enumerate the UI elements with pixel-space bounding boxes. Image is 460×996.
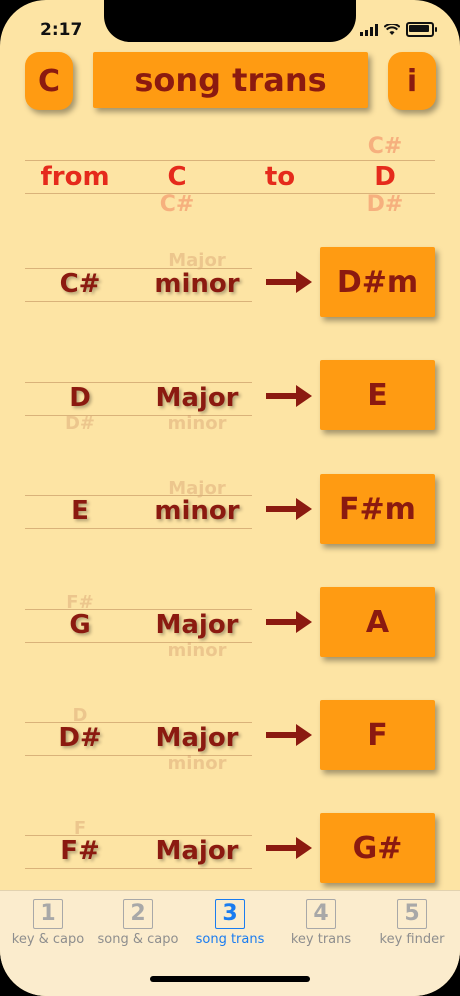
chord-line-bottom xyxy=(25,868,252,869)
chord-quality[interactable]: Major xyxy=(142,610,252,640)
chord-root[interactable]: F# xyxy=(40,836,120,866)
signal-icon xyxy=(360,23,378,36)
arrow-right-icon xyxy=(266,385,312,407)
result-chord-button[interactable]: D#m xyxy=(320,247,435,317)
tab-song-capo[interactable]: 2 song & capo xyxy=(92,899,184,947)
page-title: song trans xyxy=(93,52,368,108)
tab-label: song & capo xyxy=(97,932,179,947)
battery-icon xyxy=(406,22,437,37)
arrow-right-icon xyxy=(266,498,312,520)
tab-label: key & capo xyxy=(11,932,85,947)
tab-number: 4 xyxy=(306,899,336,929)
chord-line-bottom xyxy=(25,301,252,302)
arrow-right-icon xyxy=(266,837,312,859)
device-notch xyxy=(104,0,356,42)
tab-key-capo[interactable]: 1 key & capo xyxy=(2,899,94,947)
tab-number: 3 xyxy=(215,899,245,929)
tab-label: key finder xyxy=(379,932,445,947)
from-key-next: C# xyxy=(159,192,195,217)
tab-number: 1 xyxy=(33,899,63,929)
to-label: to xyxy=(264,162,296,192)
arrow-right-icon xyxy=(266,724,312,746)
status-time: 2:17 xyxy=(40,20,83,40)
home-indicator[interactable] xyxy=(150,976,310,982)
chord-root-next: D# xyxy=(64,413,96,434)
tab-number: 2 xyxy=(123,899,153,929)
from-label: from xyxy=(40,162,110,192)
chord-root[interactable]: D xyxy=(40,383,120,413)
arrow-right-icon xyxy=(266,611,312,633)
chord-quality[interactable]: Major xyxy=(142,383,252,413)
chord-root[interactable]: G xyxy=(40,610,120,640)
chord-quality-next: minor xyxy=(167,413,227,434)
picker-line-top xyxy=(25,160,435,161)
tab-song-trans[interactable]: 3 song trans xyxy=(184,899,276,947)
chord-root[interactable]: D# xyxy=(40,723,120,753)
to-key-next: D# xyxy=(366,192,404,217)
chord-quality[interactable]: minor xyxy=(142,496,252,526)
chord-root[interactable]: C# xyxy=(40,269,120,299)
chord-quality-next: minor xyxy=(167,753,227,774)
to-key[interactable]: D xyxy=(345,162,425,192)
key-button[interactable]: C xyxy=(25,52,73,110)
result-chord-button[interactable]: E xyxy=(320,360,435,430)
chord-root[interactable]: E xyxy=(40,496,120,526)
result-chord-button[interactable]: F#m xyxy=(320,474,435,544)
chord-line-bottom xyxy=(25,528,252,529)
app-screen: 2:17 C song trans i C# from C to D C# D#… xyxy=(0,0,460,996)
result-chord-button[interactable]: F xyxy=(320,700,435,770)
tab-number: 5 xyxy=(397,899,427,929)
result-chord-button[interactable]: A xyxy=(320,587,435,657)
tab-label: key trans xyxy=(290,932,352,947)
info-button[interactable]: i xyxy=(388,52,436,110)
chord-quality[interactable]: Major xyxy=(142,836,252,866)
status-icons xyxy=(360,22,437,37)
arrow-right-icon xyxy=(266,271,312,293)
chord-quality[interactable]: Major xyxy=(142,723,252,753)
chord-quality[interactable]: minor xyxy=(142,269,252,299)
wifi-icon xyxy=(384,23,400,35)
tab-key-finder[interactable]: 5 key finder xyxy=(366,899,458,947)
result-chord-button[interactable]: G# xyxy=(320,813,435,883)
chord-quality-next: minor xyxy=(167,640,227,661)
tab-key-trans[interactable]: 4 key trans xyxy=(275,899,367,947)
from-key[interactable]: C xyxy=(137,162,217,192)
tab-label: song trans xyxy=(195,932,265,947)
to-key-prev: C# xyxy=(367,134,403,159)
